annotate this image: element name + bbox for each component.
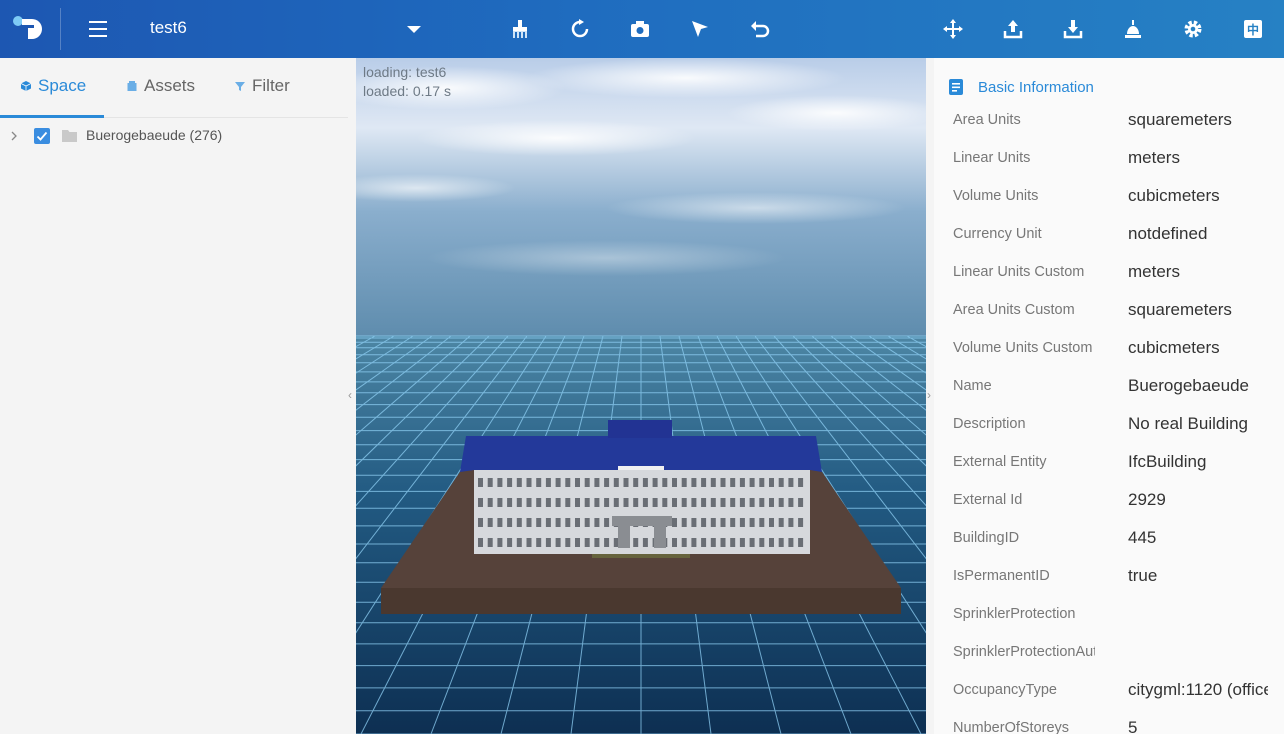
tab-assets-label: Assets (144, 76, 196, 95)
tree-item-label: Buerogebaeude (276) (86, 127, 223, 143)
property-value: cubicmeters (1128, 338, 1220, 357)
property-value: cubicmeters (1128, 186, 1220, 205)
property-key: Linear Units (953, 150, 1031, 166)
property-row: External Entity IfcBuilding (934, 446, 1284, 484)
property-row: Description No real Building (934, 408, 1284, 446)
property-key: BuildingID (953, 530, 1020, 546)
measure-icon[interactable] (1119, 15, 1147, 43)
camera-icon[interactable] (626, 15, 654, 43)
folder-icon (62, 130, 77, 142)
dropdown-icon[interactable] (400, 15, 428, 43)
tab-space[interactable]: Space (20, 76, 86, 96)
property-value: notdefined (1128, 224, 1208, 243)
property-row: Name Buerogebaeude (934, 370, 1284, 408)
property-value: 445 (1128, 528, 1157, 547)
tree-item-checkbox[interactable] (34, 128, 50, 144)
download-icon[interactable] (1059, 15, 1087, 43)
language-label: 中 (1247, 22, 1259, 37)
property-key: Description (953, 416, 1026, 432)
property-key: IsPermanentID (953, 568, 1050, 584)
move-icon[interactable] (939, 15, 967, 43)
property-value: 5 (1128, 718, 1138, 734)
rotate-icon[interactable] (566, 15, 594, 43)
3d-viewport[interactable]: loading: test6 loaded: 0.17 s (356, 58, 926, 734)
properties-panel: Basic Information Area Units squaremeters… (934, 58, 1284, 734)
settings-icon[interactable] (1179, 15, 1207, 43)
chevron-right-icon[interactable] (9, 130, 19, 142)
tree-item-building[interactable]: Buerogebaeude (276) (0, 124, 348, 148)
loading-status: loading: test6 (363, 64, 447, 80)
property-row: Linear Units Custom meters (934, 256, 1284, 294)
property-row: SprinklerProtectionAutomatic (934, 636, 1284, 674)
collapse-right-icon[interactable]: › (927, 388, 931, 402)
active-tab-indicator (0, 115, 104, 118)
property-value: No real Building (1128, 414, 1249, 433)
property-key: NumberOfStoreys (953, 720, 1070, 734)
property-key: Name (953, 378, 992, 394)
property-row: Volume Units cubicmeters (934, 180, 1284, 218)
property-key: Area Units Custom (953, 302, 1075, 318)
tab-space-label: Space (38, 76, 87, 95)
asset-icon (127, 81, 137, 91)
document-icon (949, 79, 963, 95)
property-key: Linear Units Custom (953, 264, 1085, 280)
property-value: meters (1128, 148, 1180, 167)
property-row: IsPermanentID true (934, 560, 1284, 598)
property-row: Linear Units meters (934, 142, 1284, 180)
basic-info-header[interactable]: Basic Information (948, 78, 1094, 96)
property-row: NumberOfStoreys 5 (934, 712, 1284, 734)
panel-tabs: Space Assets Filter (0, 58, 348, 118)
left-splitter[interactable]: ‹ (348, 58, 356, 734)
property-key: OccupancyType (953, 682, 1057, 698)
tab-filter[interactable]: Filter (234, 76, 290, 96)
left-panel: Space Assets Filter Buerogebaeude (276) (0, 58, 348, 734)
menu-icon[interactable] (86, 17, 110, 41)
collapse-left-icon[interactable]: ‹ (348, 388, 352, 402)
property-value: Buerogebaeude (1128, 376, 1250, 395)
property-key: SprinklerProtection (953, 606, 1076, 622)
property-key: Volume Units (953, 188, 1039, 204)
brush-icon[interactable] (506, 15, 534, 43)
property-row: SprinklerProtection (934, 598, 1284, 636)
right-splitter[interactable]: › (926, 58, 934, 734)
property-key: External Entity (953, 454, 1047, 470)
undo-icon[interactable] (746, 15, 774, 43)
tab-assets[interactable]: Assets (126, 76, 195, 96)
top-toolbar: test6 中 (0, 0, 1284, 58)
property-value: meters (1128, 262, 1180, 281)
property-row: OccupancyType citygml:1120 (office (934, 674, 1284, 712)
property-row: BuildingID 445 (934, 522, 1284, 560)
loaded-status: loaded: 0.17 s (363, 83, 451, 99)
property-row: External Id 2929 (934, 484, 1284, 522)
property-value: 2929 (1128, 490, 1166, 509)
property-key: Volume Units Custom (953, 340, 1093, 356)
property-key: External Id (953, 492, 1023, 508)
language-icon[interactable]: 中 (1239, 15, 1267, 43)
property-key: Area Units (953, 112, 1021, 128)
toolbar-divider (60, 8, 61, 50)
property-value: IfcBuilding (1128, 452, 1207, 471)
property-key: Currency Unit (953, 226, 1042, 242)
scene-render[interactable] (356, 58, 926, 734)
property-row: Currency Unit notdefined (934, 218, 1284, 256)
select-cursor-icon[interactable] (686, 15, 714, 43)
check-icon (36, 131, 48, 141)
property-value: squaremeters (1128, 300, 1232, 319)
property-value: squaremeters (1128, 110, 1232, 129)
section-title: Basic Information (978, 78, 1094, 96)
logo-icon[interactable] (12, 13, 44, 45)
tab-filter-label: Filter (252, 76, 290, 95)
property-row: Volume Units Custom cubicmeters (934, 332, 1284, 370)
property-row: Area Units Custom squaremeters (934, 294, 1284, 332)
property-value: citygml:1120 (office (1128, 680, 1268, 699)
filter-icon (235, 82, 245, 91)
project-title[interactable]: test6 (150, 18, 187, 38)
property-value: true (1128, 566, 1158, 585)
upload-icon[interactable] (999, 15, 1027, 43)
cube-icon (20, 81, 32, 91)
property-key: SprinklerProtectionAutomatic (953, 644, 1095, 660)
property-row: Area Units squaremeters (934, 104, 1284, 142)
